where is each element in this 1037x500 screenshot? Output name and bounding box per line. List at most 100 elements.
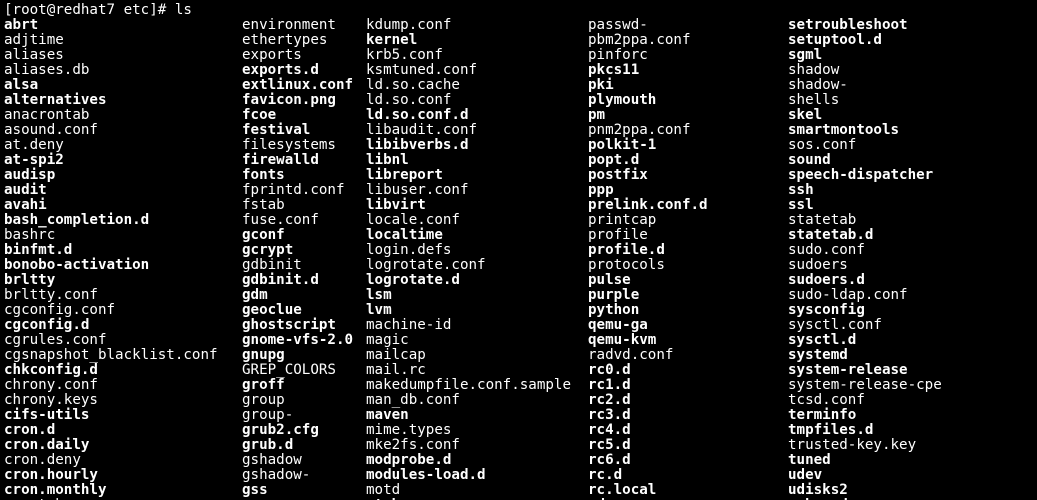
- file-entry: sound: [788, 153, 1008, 168]
- file-entry: lsm: [366, 288, 588, 303]
- file-entry: chkconfig.d: [4, 363, 242, 378]
- file-entry: systemd: [788, 348, 1008, 363]
- file-entry: man_db.conf: [366, 393, 588, 408]
- file-entry: libaudit.conf: [366, 123, 588, 138]
- file-entry: brltty.conf: [4, 288, 242, 303]
- file-entry: exports: [242, 48, 366, 63]
- file-entry: brltty: [4, 273, 242, 288]
- file-entry: rc.local: [588, 483, 788, 498]
- file-entry: maven: [366, 408, 588, 423]
- file-entry: binfmt.d: [4, 243, 242, 258]
- ls-column: kdump.confkernelkrb5.confksmtuned.confld…: [366, 18, 588, 500]
- file-entry: cron.d: [4, 423, 242, 438]
- file-entry: libnl: [366, 153, 588, 168]
- file-entry: mime.types: [366, 423, 588, 438]
- file-entry: pnm2ppa.conf: [588, 123, 788, 138]
- file-entry: kernel: [366, 33, 588, 48]
- file-entry: gcrypt: [242, 243, 366, 258]
- file-entry: ppp: [588, 183, 788, 198]
- file-entry: ld.so.conf: [366, 93, 588, 108]
- file-entry: sysconfig: [788, 303, 1008, 318]
- file-entry: gnupg: [242, 348, 366, 363]
- file-entry: mail.rc: [366, 363, 588, 378]
- file-entry: rc1.d: [588, 378, 788, 393]
- file-entry: gnome-vfs-2.0: [242, 333, 366, 348]
- file-entry: login.defs: [366, 243, 588, 258]
- file-entry: sgml: [788, 48, 1008, 63]
- terminal-output[interactable]: [root@redhat7 etc]# ls abrtadjtimealiase…: [0, 0, 1037, 500]
- file-entry: aliases.db: [4, 63, 242, 78]
- file-entry: pinforc: [588, 48, 788, 63]
- file-entry: libreport: [366, 168, 588, 183]
- file-entry: alsa: [4, 78, 242, 93]
- file-entry: audit: [4, 183, 242, 198]
- file-entry: firewalld: [242, 153, 366, 168]
- file-entry: geoclue: [242, 303, 366, 318]
- file-entry: alternatives: [4, 93, 242, 108]
- shell-prompt: [root@redhat7 etc]#: [4, 2, 175, 18]
- file-entry: printcap: [588, 213, 788, 228]
- file-entry: exports.d: [242, 63, 366, 78]
- file-entry: fstab: [242, 198, 366, 213]
- ls-listing: abrtadjtimealiasesaliases.dbalsaalternat…: [4, 18, 1033, 500]
- file-entry: gdm: [242, 288, 366, 303]
- file-entry: udev: [788, 468, 1008, 483]
- ls-column: passwd-pbm2ppa.confpinforcpkcs11pkiplymo…: [588, 18, 788, 500]
- file-entry: shells: [788, 93, 1008, 108]
- file-entry: krb5.conf: [366, 48, 588, 63]
- file-entry: gshadow-: [242, 468, 366, 483]
- file-entry: filesystems: [242, 138, 366, 153]
- file-entry: rc4.d: [588, 423, 788, 438]
- file-entry: group-: [242, 408, 366, 423]
- file-entry: pm: [588, 108, 788, 123]
- file-entry: purple: [588, 288, 788, 303]
- file-entry: anacrontab: [4, 108, 242, 123]
- file-entry: asound.conf: [4, 123, 242, 138]
- file-entry: pulse: [588, 273, 788, 288]
- file-entry: at.deny: [4, 138, 242, 153]
- file-entry: fprintd.conf: [242, 183, 366, 198]
- file-entry: polkit-1: [588, 138, 788, 153]
- file-entry: kdump.conf: [366, 18, 588, 33]
- file-entry: cgconfig.conf: [4, 303, 242, 318]
- file-entry: gconf: [242, 228, 366, 243]
- file-entry: at-spi2: [4, 153, 242, 168]
- file-entry: setuptool.d: [788, 33, 1008, 48]
- file-entry: localtime: [366, 228, 588, 243]
- file-entry: magic: [366, 333, 588, 348]
- file-entry: favicon.png: [242, 93, 366, 108]
- file-entry: groff: [242, 378, 366, 393]
- prompt-line: [root@redhat7 etc]# ls: [4, 3, 1033, 18]
- file-entry: profile.d: [588, 243, 788, 258]
- file-entry: ksmtuned.conf: [366, 63, 588, 78]
- file-entry: chrony.conf: [4, 378, 242, 393]
- file-entry: lvm: [366, 303, 588, 318]
- file-entry: sudoers.d: [788, 273, 1008, 288]
- file-entry: sos.conf: [788, 138, 1008, 153]
- file-entry: motd: [366, 483, 588, 498]
- file-entry: grub.d: [242, 438, 366, 453]
- file-entry: modprobe.d: [366, 453, 588, 468]
- file-entry: tuned: [788, 453, 1008, 468]
- file-entry: sudo.conf: [788, 243, 1008, 258]
- file-entry: speech-dispatcher: [788, 168, 1008, 183]
- file-entry: extlinux.conf: [242, 78, 366, 93]
- file-entry: pbm2ppa.conf: [588, 33, 788, 48]
- file-entry: libibverbs.d: [366, 138, 588, 153]
- file-entry: qemu-ga: [588, 318, 788, 333]
- file-entry: grub2.cfg: [242, 423, 366, 438]
- file-entry: adjtime: [4, 33, 242, 48]
- file-entry: pkcs11: [588, 63, 788, 78]
- file-entry: rc2.d: [588, 393, 788, 408]
- file-entry: prelink.conf.d: [588, 198, 788, 213]
- ls-column: setroubleshootsetuptool.dsgmlshadowshado…: [788, 18, 1008, 500]
- file-entry: tmpfiles.d: [788, 423, 1008, 438]
- file-entry: rc3.d: [588, 408, 788, 423]
- file-entry: protocols: [588, 258, 788, 273]
- file-entry: postfix: [588, 168, 788, 183]
- file-entry: terminfo: [788, 408, 1008, 423]
- file-entry: sysctl.conf: [788, 318, 1008, 333]
- file-entry: cron.hourly: [4, 468, 242, 483]
- file-entry: ld.so.cache: [366, 78, 588, 93]
- file-entry: aliases: [4, 48, 242, 63]
